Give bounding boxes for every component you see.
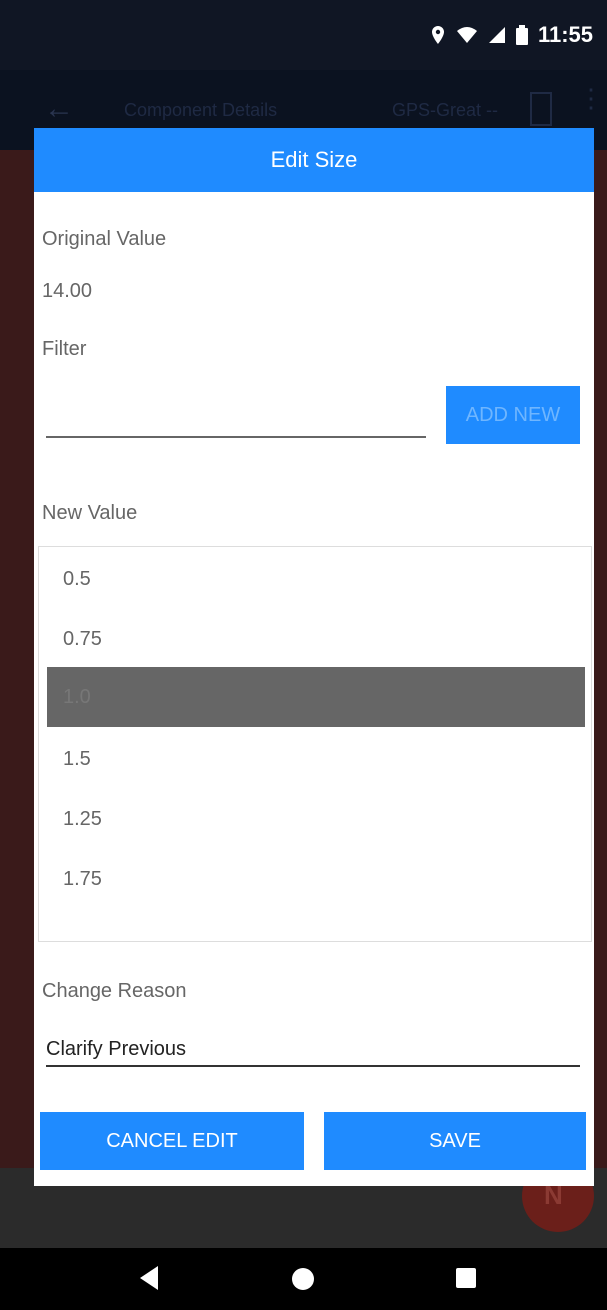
wifi-icon [456, 26, 478, 44]
gps-status: GPS-Great -- [392, 100, 499, 120]
nav-recents-icon[interactable] [456, 1268, 476, 1288]
list-item[interactable]: 1.75 [47, 849, 585, 909]
filter-input[interactable] [46, 436, 426, 438]
list-item[interactable]: 1.25 [47, 789, 585, 849]
list-item[interactable]: 1.5 [47, 729, 585, 789]
status-time: 11:55 [537, 22, 593, 47]
nav-home-icon[interactable] [292, 1268, 314, 1290]
original-value: 14.00 [42, 280, 93, 302]
edit-size-dialog: Edit Size Original Value 14.00 Filter AD… [34, 128, 594, 1186]
more-vert-icon[interactable]: ⋮ [578, 85, 604, 111]
cancel-edit-button[interactable]: CANCEL EDIT [40, 1112, 304, 1170]
change-reason-select[interactable]: Clarify Previous [46, 1038, 580, 1067]
save-button[interactable]: SAVE [324, 1112, 586, 1170]
dialog-title: Edit Size [34, 128, 594, 192]
new-value-list[interactable]: 0.5 0.75 1.0 1.5 1.25 1.75 [38, 546, 592, 942]
new-value-label: New Value [42, 502, 138, 524]
signal-icon [488, 26, 506, 44]
list-item[interactable]: 0.5 [47, 549, 585, 609]
device-icon[interactable] [530, 92, 552, 126]
location-icon [430, 25, 446, 45]
change-reason-label: Change Reason [42, 980, 187, 1002]
system-nav-bar [0, 1248, 607, 1310]
list-item-selected[interactable]: 1.0 [47, 667, 585, 727]
app-bar-title: Component Details [124, 100, 278, 120]
add-new-button[interactable]: ADD NEW [446, 386, 580, 444]
nav-back-icon[interactable] [140, 1266, 158, 1290]
status-bar: 11:55 [0, 0, 607, 70]
back-arrow-icon[interactable]: ← [44, 92, 74, 126]
original-value-label: Original Value [42, 228, 167, 250]
status-icons: 11:55 [430, 22, 593, 48]
battery-icon [515, 25, 528, 45]
filter-label: Filter [42, 338, 87, 360]
list-item[interactable]: 0.75 [47, 609, 585, 669]
